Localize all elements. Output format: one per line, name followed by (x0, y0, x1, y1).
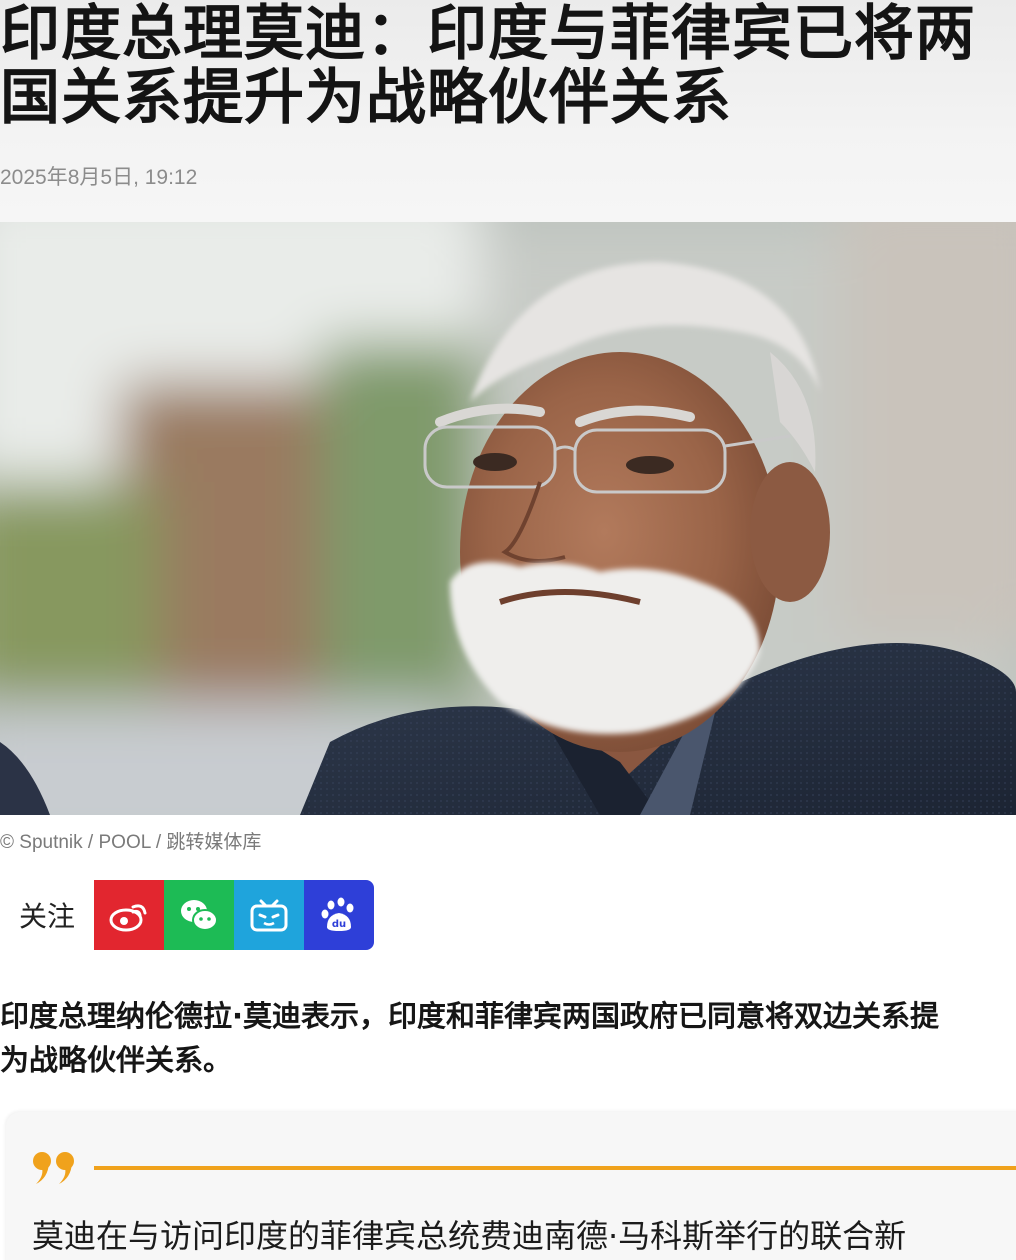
baidu-share-button[interactable]: du (304, 880, 374, 950)
svg-text:du: du (332, 919, 346, 930)
baidu-paw-icon: du (321, 897, 354, 931)
headline-line-1: 印度总理莫迪：印度与菲律宾已将两 (0, 2, 976, 69)
article-page: 印度总理莫迪：印度与菲律宾已将两 国关系提升为战略伙伴关系 2025年8月5日,… (0, 0, 1016, 1260)
lead-line-2: 为战略伙伴关系。 (0, 1043, 233, 1077)
bilibili-icon (250, 899, 288, 932)
article-header: 印度总理莫迪：印度与菲律宾已将两 国关系提升为战略伙伴关系 2025年8月5日,… (0, 0, 1016, 222)
weibo-share-button[interactable] (94, 880, 164, 950)
lead-line-1: 印度总理纳伦德拉·莫迪表示，印度和菲律宾两国政府已同意将双边关系提 (0, 999, 940, 1033)
publish-date: 2025年8月5日, 19:12 (0, 166, 198, 189)
photo-credit: © Sputnik / POOL / 跳转媒体库 (0, 832, 262, 853)
follow-label: 关注 (0, 880, 94, 950)
portrait-photo-image (0, 222, 1016, 815)
bilibili-share-button[interactable] (234, 880, 304, 950)
headline-line-2: 国关系提升为战略伙伴关系 (0, 63, 732, 130)
wechat-share-button[interactable] (164, 880, 234, 950)
quote-text: 莫迪在与访问印度的菲律宾总统费迪南德·马科斯举行的联合新 (32, 1217, 907, 1255)
article-headline: 印度总理莫迪：印度与菲律宾已将两 国关系提升为战略伙伴关系 (0, 2, 1016, 130)
wechat-icon (181, 900, 218, 931)
follow-bar: 关注 du (0, 880, 374, 950)
quote-divider (94, 1166, 1016, 1170)
quote-mark-icon (33, 1152, 74, 1184)
article-photo[interactable] (0, 222, 1016, 815)
weibo-icon (109, 904, 147, 932)
quote-block: 莫迪在与访问印度的菲律宾总统费迪南德·马科斯举行的联合新 (6, 1112, 1016, 1260)
lead-paragraph: 印度总理纳伦德拉·莫迪表示，印度和菲律宾两国政府已同意将双边关系提 为战略伙伴关… (0, 994, 1016, 1082)
